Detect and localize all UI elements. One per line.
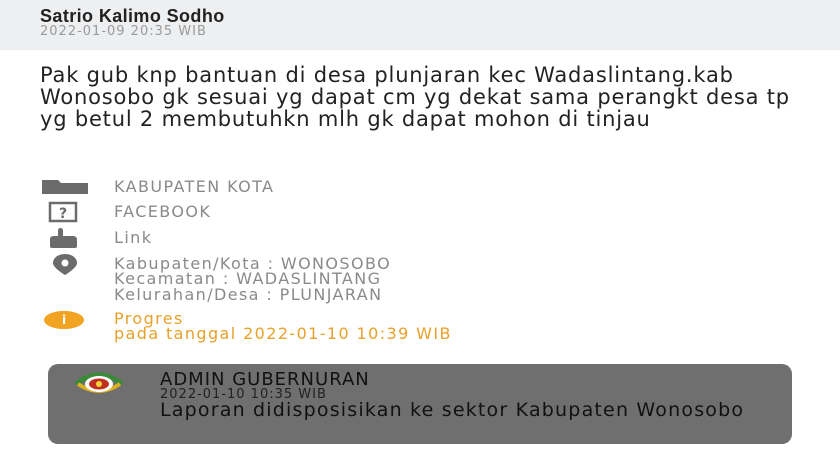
category-label: KABUPATEN KOTA [114, 177, 275, 196]
svg-text:i: i [62, 313, 66, 327]
svg-text:?: ? [59, 206, 67, 222]
report-message: Pak gub knp bantuan di desa plunjaran ke… [40, 63, 790, 131]
info-icon: i [40, 309, 92, 331]
report-timestamp: 2022-01-09 20:35 WIB [40, 24, 207, 39]
status-date: pada tanggal 2022-01-10 10:39 WIB [114, 324, 452, 343]
link-label[interactable]: Link [114, 228, 152, 248]
admin-message: Laporan didisposisikan ke sektor Kabupat… [160, 399, 745, 421]
question-box-icon: ? [40, 201, 92, 223]
province-emblem-logo [70, 370, 128, 398]
location-pin-icon [40, 253, 92, 275]
report-header: Satrio Kalimo Sodho 2022-01-09 20:35 WIB [0, 0, 840, 50]
source-label: FACEBOOK [114, 202, 212, 221]
pointing-hand-icon [40, 227, 92, 249]
location-kelurahan: Kelurahan/Desa : PLUNJARAN [114, 285, 383, 304]
folder-icon [40, 176, 92, 198]
admin-response-card: ADMIN GUBERNURAN 2022-01-10 10:35 WIB La… [48, 364, 792, 444]
